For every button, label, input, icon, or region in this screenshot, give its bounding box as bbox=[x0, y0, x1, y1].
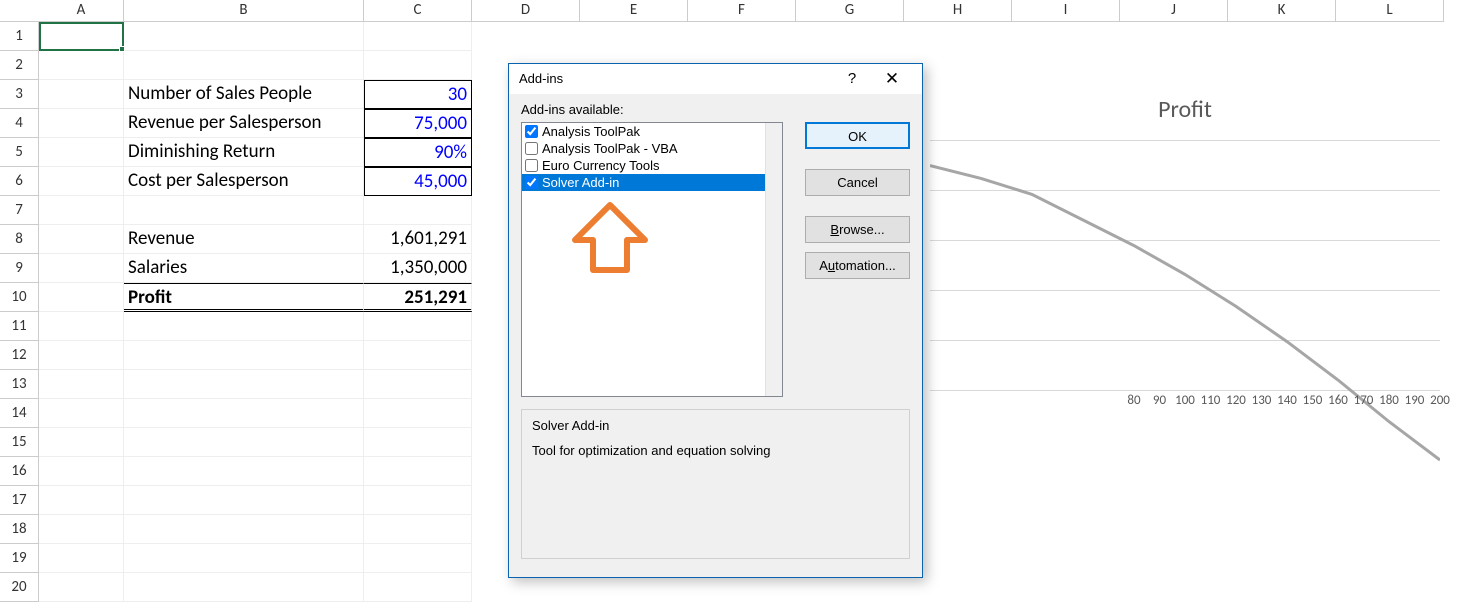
chart-x-tick: 120 bbox=[1226, 393, 1246, 408]
col-header-C[interactable]: C bbox=[364, 0, 472, 22]
row-header-6[interactable]: 6 bbox=[0, 167, 39, 196]
row-header-19[interactable]: 19 bbox=[0, 544, 39, 573]
cell-C3[interactable]: 30 bbox=[364, 80, 472, 109]
chart-x-tick: 130 bbox=[1252, 393, 1272, 408]
chart-x-tick: 200 bbox=[1430, 393, 1450, 408]
chart-x-tick: 150 bbox=[1303, 393, 1323, 408]
column-headers: A B C D E F G H I J K L bbox=[0, 0, 1478, 22]
chart-x-tick: 190 bbox=[1405, 393, 1425, 408]
addin-description-box: Solver Add-in Tool for optimization and … bbox=[521, 409, 910, 559]
addins-dialog: Add-ins ? ✕ Add-ins available: Analysis … bbox=[508, 63, 923, 578]
row-header-17[interactable]: 17 bbox=[0, 486, 39, 515]
addin-checkbox[interactable] bbox=[525, 159, 538, 172]
row-header-10[interactable]: 10 bbox=[0, 283, 39, 312]
dialog-title: Add-ins bbox=[519, 64, 563, 94]
row-header-1[interactable]: 1 bbox=[0, 22, 39, 51]
row-header-15[interactable]: 15 bbox=[0, 428, 39, 457]
cell-B8[interactable]: Revenue bbox=[124, 225, 364, 254]
addin-item-analysis-toolpak-vba[interactable]: Analysis ToolPak - VBA bbox=[522, 140, 782, 157]
addins-listbox[interactable]: Analysis ToolPak Analysis ToolPak - VBA … bbox=[521, 122, 783, 397]
chart-x-tick: 100 bbox=[1175, 393, 1195, 408]
cell-B4[interactable]: Revenue per Salesperson bbox=[124, 109, 364, 138]
chart-x-tick: 80 bbox=[1127, 393, 1140, 408]
cell-C5[interactable]: 90% bbox=[364, 138, 472, 167]
row-header-14[interactable]: 14 bbox=[0, 399, 39, 428]
select-all-corner[interactable] bbox=[0, 0, 39, 22]
row-header-16[interactable]: 16 bbox=[0, 457, 39, 486]
row-header-11[interactable]: 11 bbox=[0, 312, 39, 341]
spreadsheet-grid[interactable]: Number of Sales People 30 Revenue per Sa… bbox=[39, 22, 472, 602]
col-header-G[interactable]: G bbox=[796, 0, 904, 22]
cell-C6[interactable]: 45,000 bbox=[364, 167, 472, 196]
row-header-7[interactable]: 7 bbox=[0, 196, 39, 225]
dialog-titlebar[interactable]: Add-ins ? ✕ bbox=[509, 64, 922, 94]
help-button[interactable]: ? bbox=[832, 64, 872, 94]
chart-x-axis-labels: 8090100110120130140150160170180190200 bbox=[930, 393, 1440, 413]
col-header-K[interactable]: K bbox=[1228, 0, 1336, 22]
chart-title: Profit bbox=[920, 95, 1450, 124]
cell-C8[interactable]: 1,601,291 bbox=[364, 225, 472, 254]
col-header-L[interactable]: L bbox=[1336, 0, 1444, 22]
cell-C4[interactable]: 75,000 bbox=[364, 109, 472, 138]
addin-item-analysis-toolpak[interactable]: Analysis ToolPak bbox=[522, 123, 782, 140]
col-header-E[interactable]: E bbox=[580, 0, 688, 22]
col-header-J[interactable]: J bbox=[1120, 0, 1228, 22]
col-header-F[interactable]: F bbox=[688, 0, 796, 22]
profit-chart[interactable]: Profit 80 90 100 110 120 130 140 150 160 170 180 19… bbox=[920, 80, 1450, 480]
addin-checkbox[interactable] bbox=[525, 176, 538, 189]
chart-series-line bbox=[930, 140, 1440, 480]
row-headers: 1 2 3 4 5 6 7 8 9 10 11 12 13 14 15 16 1… bbox=[0, 22, 39, 602]
row-header-12[interactable]: 12 bbox=[0, 341, 39, 370]
col-header-H[interactable]: H bbox=[904, 0, 1012, 22]
close-button[interactable]: ✕ bbox=[872, 64, 912, 94]
addin-checkbox[interactable] bbox=[525, 125, 538, 138]
cell-B9[interactable]: Salaries bbox=[124, 254, 364, 283]
row-header-9[interactable]: 9 bbox=[0, 254, 39, 283]
col-header-D[interactable]: D bbox=[472, 0, 580, 22]
ok-button[interactable]: OK bbox=[805, 122, 910, 149]
cancel-button[interactable]: Cancel bbox=[805, 169, 910, 196]
row-header-8[interactable]: 8 bbox=[0, 225, 39, 254]
addin-item-euro-currency-tools[interactable]: Euro Currency Tools bbox=[522, 157, 782, 174]
chart-x-tick: 90 bbox=[1153, 393, 1166, 408]
row-header-18[interactable]: 18 bbox=[0, 515, 39, 544]
addin-item-solver[interactable]: Solver Add-in bbox=[522, 174, 782, 191]
row-header-3[interactable]: 3 bbox=[0, 80, 39, 109]
listbox-scrollbar[interactable] bbox=[765, 123, 782, 396]
cell-B5[interactable]: Diminishing Return bbox=[124, 138, 364, 167]
addin-description-text: Tool for optimization and equation solvi… bbox=[532, 443, 899, 458]
chart-x-tick: 170 bbox=[1354, 393, 1374, 408]
row-header-4[interactable]: 4 bbox=[0, 109, 39, 138]
cell-B3[interactable]: Number of Sales People bbox=[124, 80, 364, 109]
cell-C10[interactable]: 251,291 bbox=[364, 283, 472, 312]
cell-B10[interactable]: Profit bbox=[124, 283, 364, 312]
addins-available-label: Add-ins available: bbox=[521, 102, 910, 117]
row-header-2[interactable]: 2 bbox=[0, 51, 39, 80]
row-header-13[interactable]: 13 bbox=[0, 370, 39, 399]
col-header-A[interactable]: A bbox=[39, 0, 124, 22]
chart-x-tick: 110 bbox=[1201, 393, 1221, 408]
col-header-I[interactable]: I bbox=[1012, 0, 1120, 22]
addin-description-title: Solver Add-in bbox=[532, 418, 899, 433]
addin-checkbox[interactable] bbox=[525, 142, 538, 155]
chart-x-tick: 180 bbox=[1379, 393, 1399, 408]
row-header-5[interactable]: 5 bbox=[0, 138, 39, 167]
browse-button[interactable]: Browse... bbox=[805, 216, 910, 243]
chart-x-tick: 140 bbox=[1277, 393, 1297, 408]
col-header-B[interactable]: B bbox=[124, 0, 364, 22]
row-header-20[interactable]: 20 bbox=[0, 573, 39, 602]
cell-B6[interactable]: Cost per Salesperson bbox=[124, 167, 364, 196]
chart-x-tick: 160 bbox=[1328, 393, 1348, 408]
cell-C9[interactable]: 1,350,000 bbox=[364, 254, 472, 283]
automation-button[interactable]: Automation... bbox=[805, 252, 910, 279]
